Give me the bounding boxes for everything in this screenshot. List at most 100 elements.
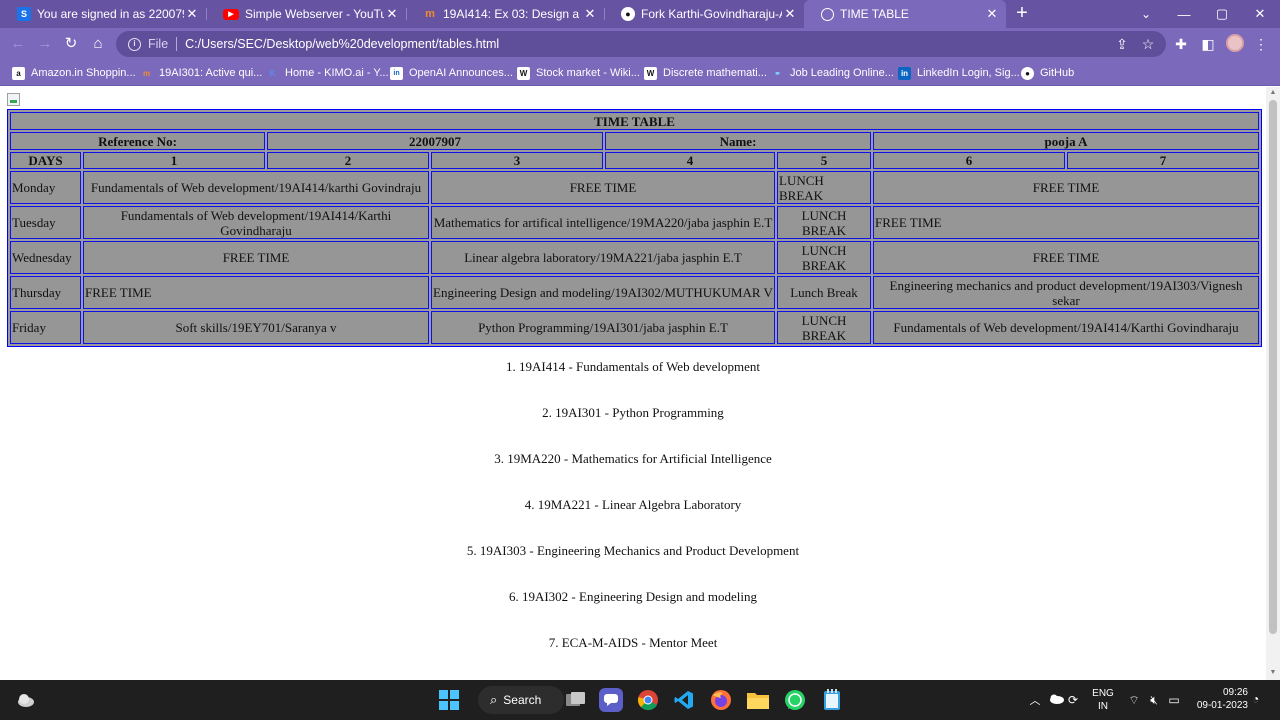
sync-icon[interactable]: ⟳ [1068, 693, 1084, 707]
period-header: 5 [777, 152, 871, 169]
close-tab-icon[interactable]: ✕ [984, 6, 1000, 22]
menu-kebab-icon[interactable]: ⋮ [1251, 34, 1271, 54]
class-cell: Linear algebra laboratory/19MA221/jaba j… [431, 241, 775, 274]
start-windows-icon[interactable] [437, 688, 461, 712]
tab-time-table[interactable]: TIME TABLE ✕ [804, 0, 1006, 28]
search-label: Search [503, 693, 542, 707]
clock[interactable]: 09:26 09-01-2023 [1188, 686, 1248, 712]
tab-19ai414[interactable]: m 19AI414: Ex 03: Design a Webpage ✕ [406, 0, 604, 28]
scroll-down-icon[interactable]: ▼ [1269, 669, 1277, 677]
bookmark-19ai301[interactable]: m 19AI301: Active qui... [140, 64, 262, 82]
extensions-icon[interactable]: ✚ [1171, 34, 1191, 54]
back-arrow-icon[interactable]: ← [6, 32, 30, 56]
class-cell: Engineering Design and modeling/19AI302/… [431, 276, 775, 309]
profile-avatar[interactable] [1226, 34, 1244, 52]
time-table: TIME TABLE Reference No: 22007907 Name: … [7, 109, 1263, 347]
vscode-icon[interactable] [672, 688, 696, 712]
s-favicon-icon: S [17, 7, 31, 21]
whatsapp-icon[interactable] [783, 688, 807, 712]
clock-date: 09-01-2023 [1196, 700, 1248, 711]
table-title-row: TIME TABLE [10, 112, 1260, 130]
tab-search-icon[interactable]: ⌄ [1127, 0, 1165, 28]
name-value: pooja A [873, 132, 1260, 150]
class-cell: FREE TIME [83, 241, 429, 274]
bookmark-star-icon[interactable]: ☆ [1138, 34, 1158, 54]
firefox-icon[interactable] [709, 688, 733, 712]
file-explorer-icon[interactable] [746, 688, 770, 712]
lunch-cell: LUNCH BREAK [777, 171, 871, 204]
day-cell: Tuesday [10, 206, 81, 239]
close-tab-icon[interactable]: ✕ [582, 6, 598, 22]
task-view-icon[interactable] [564, 688, 588, 712]
url-text[interactable]: C:/Users/SEC/Desktop/web%20development/t… [185, 37, 499, 51]
tab-label: Simple Webserver - YouTube [245, 7, 384, 21]
bookmark-github[interactable]: ● GitHub [1021, 64, 1074, 82]
period-header: 7 [1067, 152, 1260, 169]
onedrive-icon[interactable] [1048, 694, 1064, 707]
weather-icon[interactable] [14, 688, 38, 712]
moodle-icon: m [425, 8, 435, 20]
minimize-button[interactable]: — [1165, 0, 1203, 28]
close-tab-icon[interactable]: ✕ [782, 6, 798, 22]
system-tray: ︿ ⟳ [1028, 680, 1084, 720]
bookmark-stock-market[interactable]: W Stock market - Wiki... [517, 64, 640, 82]
bookmark-openai[interactable]: in OpenAI Announces... [390, 64, 513, 82]
class-cell: Python Programming/19AI301/jaba jasphin … [431, 311, 775, 344]
bookmark-label: GitHub [1040, 67, 1075, 79]
tab-strip: S You are signed in as 22007907 ✕ ▶ Simp… [0, 0, 1280, 28]
scroll-up-icon[interactable]: ▲ [1269, 89, 1277, 97]
wikipedia-icon: W [517, 66, 530, 80]
bookmarks-bar: a Amazon.in Shoppin... m 19AI301: Active… [0, 60, 1280, 86]
home-icon[interactable]: ⌂ [86, 32, 110, 56]
day-cell: Friday [10, 311, 81, 344]
forward-arrow-icon[interactable]: → [33, 32, 57, 56]
page-scrollbar[interactable]: ▲ ▼ [1266, 87, 1280, 680]
student-info-row: Reference No: 22007907 Name: pooja A [10, 132, 1260, 150]
site-info-icon[interactable]: i [128, 37, 141, 51]
broken-image-icon [7, 93, 20, 106]
bookmark-label: 19AI301: Active qui... [159, 67, 263, 79]
taskbar-search[interactable]: ⌕ Search [478, 686, 564, 714]
tab-github-fork[interactable]: ● Fork Karthi-Govindharaju-AI/time ✕ [604, 0, 804, 28]
bookmark-job-leading[interactable]: ⚭ Job Leading Online... [771, 64, 894, 82]
tab-label: 19AI414: Ex 03: Design a Webpage [443, 7, 582, 21]
reload-icon[interactable]: ↻ [59, 32, 83, 56]
tab-label: You are signed in as 22007907 [37, 7, 184, 21]
address-bar[interactable]: i File C:/Users/SEC/Desktop/web%20develo… [116, 31, 1166, 57]
notification-bell-icon[interactable]: ◔ [1252, 692, 1266, 708]
periods-header-row: DAYS 1 2 3 4 5 6 7 [10, 152, 1260, 169]
name-label: Name: [605, 132, 871, 150]
class-cell: Fundamentals of Web development/19AI414/… [873, 311, 1260, 344]
new-tab-button[interactable]: + [1012, 2, 1032, 26]
quick-settings[interactable]: ⌔ 🔇︎ ▭ [1126, 680, 1182, 720]
tab-signed-in[interactable]: S You are signed in as 22007907 ✕ [0, 0, 206, 28]
side-panel-icon[interactable]: ◧ [1198, 34, 1218, 54]
bookmark-amazon[interactable]: a Amazon.in Shoppin... [12, 64, 136, 82]
kimo-icon: K [269, 68, 276, 78]
table-title: TIME TABLE [10, 112, 1260, 130]
linkedin-icon: in [898, 66, 911, 80]
close-tab-icon[interactable]: ✕ [184, 6, 200, 22]
close-window-button[interactable]: ✕ [1241, 0, 1279, 28]
period-header: 6 [873, 152, 1065, 169]
bookmark-label: LinkedIn Login, Sig... [917, 67, 1020, 79]
maximize-button[interactable]: ▢ [1203, 0, 1241, 28]
class-cell: FREE TIME [83, 276, 429, 309]
tab-youtube[interactable]: ▶ Simple Webserver - YouTube ✕ [206, 0, 406, 28]
class-cell: Soft skills/19EY701/Saranya v [83, 311, 429, 344]
link-icon: ⚭ [774, 68, 781, 78]
period-header: 3 [431, 152, 603, 169]
teams-chat-icon[interactable] [599, 688, 623, 712]
language-indicator[interactable]: ENG IN [1090, 687, 1116, 713]
list-item: 5. 19AI303 - Engineering Mechanics and P… [466, 543, 800, 558]
notepad-icon[interactable] [820, 688, 844, 712]
bookmark-linkedin[interactable]: in LinkedIn Login, Sig... [898, 64, 1020, 82]
github-icon: ● [621, 7, 635, 21]
bookmark-discrete-math[interactable]: W Discrete mathemati... [644, 64, 767, 82]
share-icon[interactable]: ⇪ [1112, 34, 1132, 54]
chrome-icon[interactable] [636, 688, 660, 712]
bookmark-kimo[interactable]: K Home - KIMO.ai - Y... [266, 64, 389, 82]
scrollbar-thumb[interactable] [1269, 100, 1277, 634]
chevron-up-icon[interactable]: ︿ [1028, 692, 1042, 708]
close-tab-icon[interactable]: ✕ [384, 6, 400, 22]
